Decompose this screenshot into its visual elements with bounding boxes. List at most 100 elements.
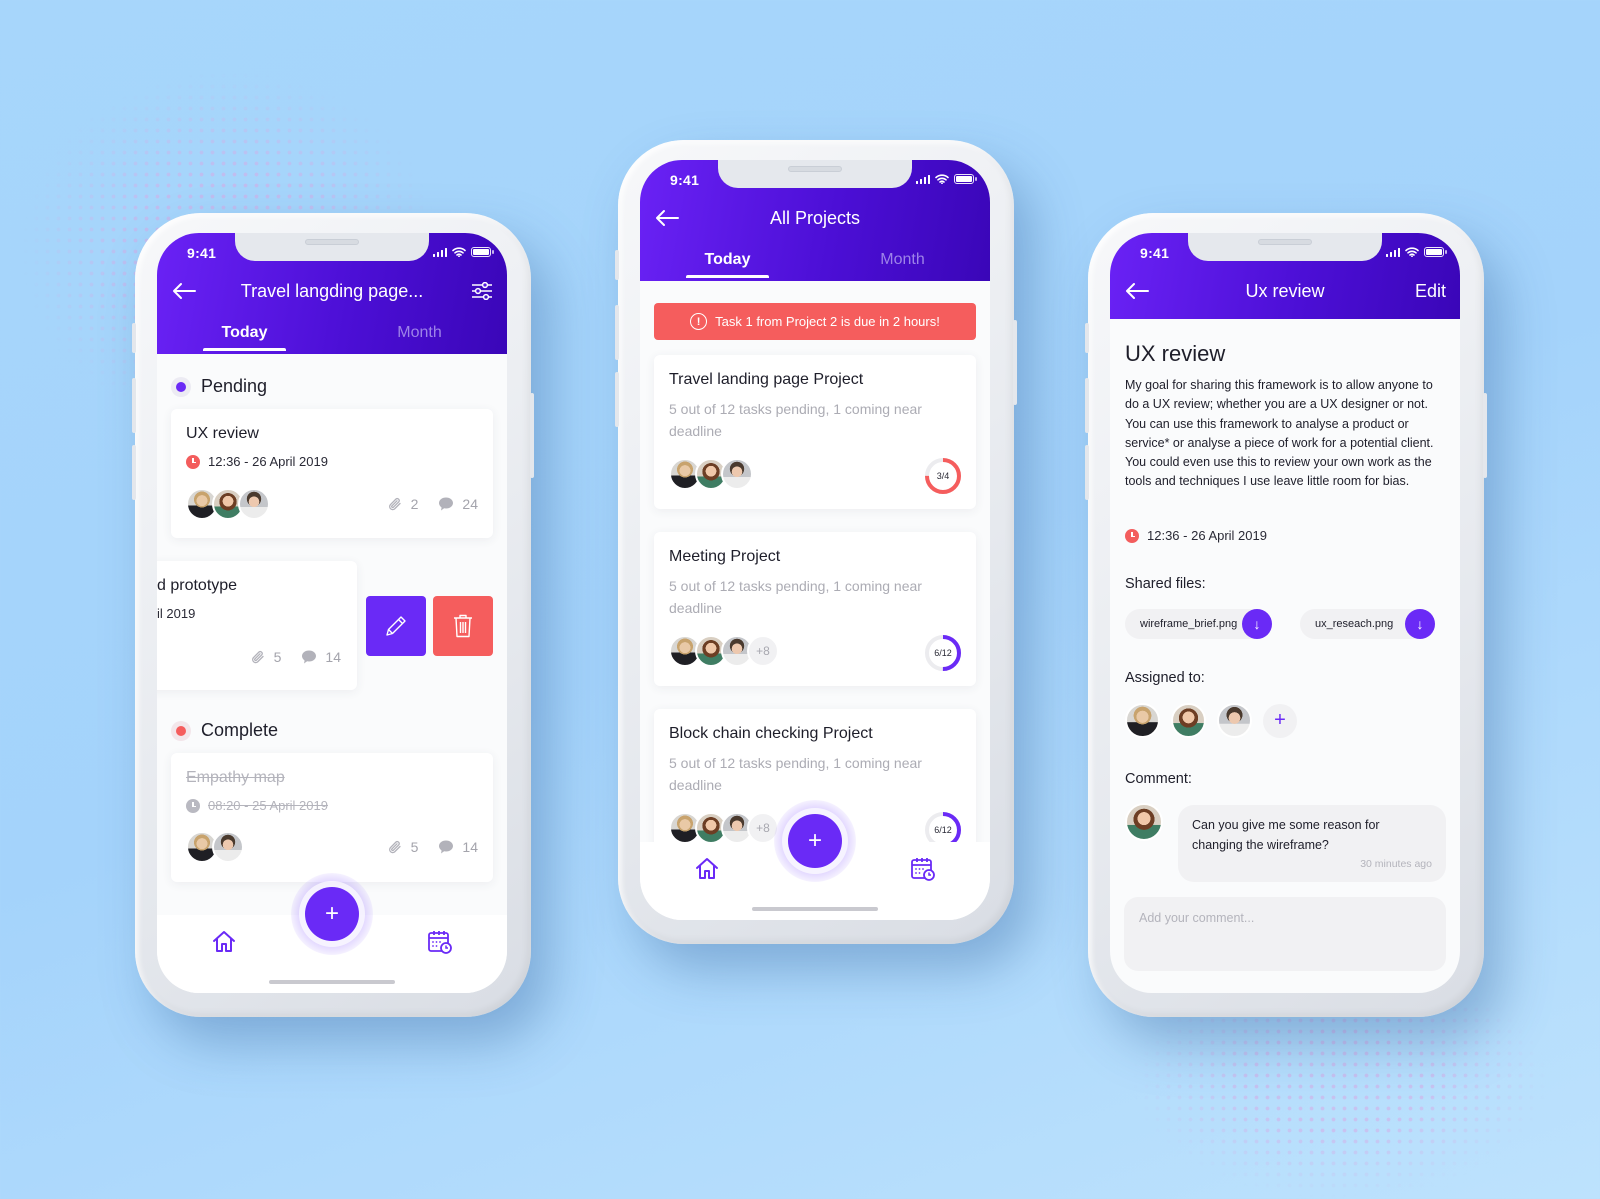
tab-month[interactable]: Month xyxy=(815,251,990,278)
tasks-screen: 9:41 Travel langding page... Today Month… xyxy=(157,233,507,993)
paperclip-icon xyxy=(388,840,401,854)
add-task-button[interactable]: + xyxy=(305,887,359,941)
commenter-avatar[interactable] xyxy=(1125,803,1163,841)
assignee-list: + xyxy=(1125,703,1297,738)
status-time: 9:41 xyxy=(670,172,700,188)
filter-sliders-icon[interactable] xyxy=(471,282,493,300)
add-comment-input[interactable] xyxy=(1124,897,1446,971)
project-card[interactable]: Travel landing page Project 5 out of 12 … xyxy=(654,355,976,509)
add-assignee-button[interactable]: + xyxy=(1263,703,1297,738)
speaker xyxy=(788,166,842,172)
task-datetime-text: 08:20 - 25 April 2019 xyxy=(208,798,328,813)
projects-tabs: Today Month xyxy=(640,251,990,278)
add-project-button[interactable]: + xyxy=(788,814,842,868)
back-arrow-icon[interactable] xyxy=(171,282,197,300)
download-icon[interactable]: ↓ xyxy=(1242,609,1272,639)
task-counts: 5 14 xyxy=(387,839,478,855)
phone-power-button xyxy=(1013,320,1017,405)
section-complete-label: Complete xyxy=(201,720,279,740)
pending-dot-icon xyxy=(171,376,191,397)
task-card-empathy-map[interactable]: Empathy map 08:20 - 25 April 2019 5 14 xyxy=(171,753,493,882)
avatar[interactable] xyxy=(721,458,753,490)
task-datetime: il 2019 xyxy=(157,606,195,621)
project-card[interactable]: Meeting Project 5 out of 12 tasks pendin… xyxy=(654,532,976,686)
phone-volume-down-button xyxy=(1085,445,1089,500)
notch xyxy=(718,160,912,188)
task-counts: 5 14 xyxy=(250,649,341,665)
edit-button[interactable]: Edit xyxy=(1415,281,1446,302)
calendar-clock-icon[interactable] xyxy=(910,856,936,882)
page-title: Travel langding page... xyxy=(240,280,424,301)
task-datetime-text: il 2019 xyxy=(157,606,196,621)
home-icon[interactable] xyxy=(211,929,237,955)
notch xyxy=(235,233,429,261)
trash-icon xyxy=(454,614,472,638)
clock-icon xyxy=(186,798,200,813)
back-arrow-icon[interactable] xyxy=(1124,282,1150,300)
detail-screen: 9:41 Ux review Edit UX review My goal fo… xyxy=(1110,233,1460,993)
progress-ring: 3/4 xyxy=(923,456,963,496)
avatar[interactable] xyxy=(1217,703,1252,738)
status-time: 9:41 xyxy=(187,245,217,261)
project-title: Meeting Project xyxy=(669,548,781,565)
pencil-icon xyxy=(386,616,406,636)
detail-heading: UX review xyxy=(1125,341,1226,366)
progress-label: 6/12 xyxy=(934,648,952,658)
project-title: Block chain checking Project xyxy=(669,725,873,742)
alert-circle-icon: ! xyxy=(690,313,708,330)
download-icon[interactable]: ↓ xyxy=(1405,609,1435,639)
battery-icon xyxy=(954,174,977,184)
task-title: UX review xyxy=(186,425,259,442)
comment-bubble-icon xyxy=(439,840,454,854)
tab-today[interactable]: Today xyxy=(157,324,332,351)
task-title: Empathy map xyxy=(186,769,285,786)
avatar[interactable] xyxy=(212,831,244,863)
calendar-clock-icon[interactable] xyxy=(427,929,453,955)
tab-month[interactable]: Month xyxy=(332,324,507,351)
phone-projects: 9:41 All Projects Today Month ! Task 1 f… xyxy=(615,140,1017,944)
home-icon[interactable] xyxy=(694,856,720,882)
task-assignees xyxy=(186,831,244,863)
file-chip-ux-research[interactable]: ux_reseach.png ↓ xyxy=(1300,609,1435,639)
project-subtitle: 5 out of 12 tasks pending, 1 coming near… xyxy=(669,755,922,793)
detail-datetime-text: 12:36 - 26 April 2019 xyxy=(1147,528,1267,543)
detail-description: My goal for sharing this framework is to… xyxy=(1125,378,1434,489)
comment-bubble: Can you give me some reason for changing… xyxy=(1178,805,1446,882)
avatar[interactable] xyxy=(1171,703,1206,738)
task-datetime: 08:20 - 25 April 2019 xyxy=(186,798,328,813)
project-members: +8 xyxy=(669,635,779,667)
task-counts: 2 24 xyxy=(387,496,478,512)
status-icons xyxy=(915,174,977,184)
speaker xyxy=(1258,239,1312,245)
task-card-prototype-swiped[interactable]: d prototype il 2019 5 14 xyxy=(157,561,357,690)
detail-nav-bar: Ux review Edit xyxy=(1110,279,1460,303)
tab-today[interactable]: Today xyxy=(640,251,815,278)
deadline-alert-banner[interactable]: ! Task 1 from Project 2 is due in 2 hour… xyxy=(654,303,976,340)
project-members xyxy=(669,458,753,490)
file-name: ux_reseach.png xyxy=(1315,618,1394,630)
phone-power-button xyxy=(530,393,534,478)
section-pending-label: Pending xyxy=(201,376,268,396)
paperclip-icon xyxy=(388,497,401,511)
detail-datetime: 12:36 - 26 April 2019 xyxy=(1125,528,1267,543)
file-chip-wireframe-brief[interactable]: wireframe_brief.png ↓ xyxy=(1125,609,1272,639)
shared-files-label: Shared files: xyxy=(1125,576,1206,592)
page-title: All Projects xyxy=(769,207,861,228)
avatar[interactable] xyxy=(1125,703,1160,738)
task-card-ux-review[interactable]: UX review 12:36 - 26 April 2019 2 24 xyxy=(171,409,493,538)
progress-label: 3/4 xyxy=(936,471,950,481)
task-datetime: 12:36 - 26 April 2019 xyxy=(186,454,328,469)
status-icons xyxy=(1385,247,1447,257)
back-arrow-icon[interactable] xyxy=(654,209,680,227)
edit-task-button[interactable] xyxy=(366,596,426,656)
wifi-icon xyxy=(935,174,949,184)
project-subtitle: 5 out of 12 tasks pending, 1 coming near… xyxy=(669,401,922,439)
avatar[interactable] xyxy=(238,488,270,520)
delete-task-button[interactable] xyxy=(433,596,493,656)
more-members-badge[interactable]: +8 xyxy=(747,635,779,667)
projects-screen: 9:41 All Projects Today Month ! Task 1 f… xyxy=(640,160,990,920)
phone-task-detail: 9:41 Ux review Edit UX review My goal fo… xyxy=(1085,213,1487,1017)
wifi-icon xyxy=(1405,247,1419,257)
clock-icon xyxy=(1125,528,1139,543)
phone-volume-down-button xyxy=(132,445,136,500)
